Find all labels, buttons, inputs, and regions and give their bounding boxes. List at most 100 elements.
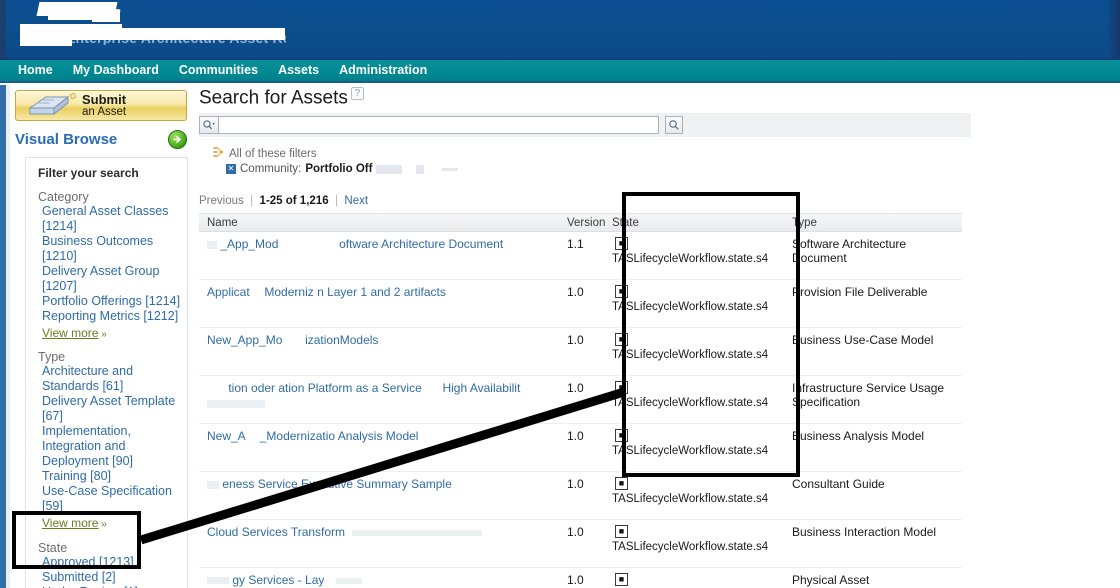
facet-link-business-outcomes[interactable]: Business Outcomes [1210] — [32, 234, 187, 264]
cell-state: ■ TASLifecycleWorkflow.state.s4 — [604, 520, 784, 567]
cell-version: 1.0 — [567, 573, 584, 587]
state-value: TASLifecycleWorkflow.state.s4 — [612, 493, 769, 505]
asset-name-link[interactable]: tion oder ation Platform as a Service — [228, 381, 421, 395]
main-navigation: Home My Dashboard Communities Assets Adm… — [0, 58, 1120, 83]
pagination-next[interactable]: Next — [344, 195, 368, 207]
asset-name-link[interactable]: New_App_Mo — [207, 333, 282, 347]
green-arrow-right-icon[interactable] — [168, 129, 187, 149]
all-filters-label: All of these filters — [229, 148, 317, 160]
asset-name-link[interactable]: _App_Mod — [220, 237, 278, 251]
results-table: Name Version State Type _App_Mod oftware… — [199, 213, 962, 588]
filter-branch-icon — [212, 145, 224, 163]
inbox-tray-icon — [16, 91, 82, 120]
broken-image-icon: ■ — [615, 525, 628, 538]
table-row[interactable]: Cloud Services Transform 1.0 ■ TASLifecy… — [199, 520, 962, 568]
highlight-box-state-facet — [12, 511, 141, 569]
facet-link-general-asset-classes[interactable]: General Asset Classes [1214] — [32, 204, 187, 234]
facet-heading: Type — [38, 350, 66, 364]
cell-state: ■ TASLifecycleWorkflow.state.s4 — [604, 472, 784, 519]
cell-type: Business Analysis Model — [792, 429, 925, 443]
facet-link-implementation-integration-deployment[interactable]: Implementation, Integration and Deployme… — [32, 424, 187, 469]
pagination: Previous | 1-25 of 1,216 | Next — [199, 195, 368, 207]
cell-type: Physical Asset — [792, 573, 870, 587]
nav-item-home[interactable]: Home — [8, 60, 63, 81]
facet-link-architecture-and-standards[interactable]: Architecture and Standards [61] — [32, 364, 187, 394]
banner-right-edge — [1108, 0, 1120, 58]
table-header-row: Name Version State Type — [199, 213, 962, 232]
category-view-more-link[interactable]: View more — [32, 326, 98, 341]
filter-panel-title: Filter your search — [38, 166, 139, 180]
redaction-mark — [376, 164, 403, 174]
redaction-mark — [92, 13, 120, 22]
site-banner: Enterprise Architecture Asset Repository — [0, 0, 1120, 58]
redaction-mark — [442, 167, 459, 171]
facet-link-delivery-asset-template[interactable]: Delivery Asset Template [67] — [32, 394, 187, 424]
cell-name: Applicat Moderniz n Layer 1 and 2 artifa… — [199, 280, 559, 327]
asset-name-tail[interactable]: Moderniz n Layer 1 and 2 artifacts — [264, 285, 445, 299]
facet-category: Category General Asset Classes [1214] Bu… — [26, 188, 187, 342]
column-header-version[interactable]: Version — [559, 217, 605, 229]
search-icon[interactable] — [665, 116, 683, 134]
facet-type: Type Architecture and Standards [61] Del… — [26, 348, 187, 532]
asset-name-link[interactable]: Cloud Services Transform — [207, 525, 345, 539]
active-filter-chip: ✕ Community: Portfolio Off — [226, 163, 459, 175]
column-header-type[interactable]: Type — [784, 217, 962, 229]
nav-item-communities[interactable]: Communities — [169, 60, 268, 81]
nav-item-assets[interactable]: Assets — [268, 60, 329, 81]
facet-link-portfolio-offerings[interactable]: Portfolio Offerings [1214] — [32, 294, 187, 309]
search-input[interactable] — [219, 116, 659, 134]
asset-name-link[interactable]: eness Service Executive Summary Sample — [222, 477, 451, 491]
asset-name-tail[interactable]: High Availabilit — [442, 381, 520, 395]
question-mark-icon[interactable]: ? — [350, 87, 364, 100]
submit-an-asset-button[interactable]: Submit an Asset — [15, 90, 187, 121]
cell-version: 1.0 — [567, 381, 584, 395]
asset-name-tail[interactable]: oftware Architecture Document — [339, 237, 503, 251]
nav-item-my-dashboard[interactable]: My Dashboard — [63, 60, 169, 81]
table-row[interactable]: eness Service Executive Summary Sample 1… — [199, 472, 962, 520]
asset-name-tail[interactable]: _Modernizatio Analysis Model — [260, 429, 419, 443]
filter-chip-value: Portfolio Off — [305, 163, 373, 175]
filter-chip-key: Community: — [240, 163, 302, 175]
pagination-previous[interactable]: Previous — [199, 195, 244, 207]
banner-left-edge — [0, 0, 6, 58]
facet-link-delivery-asset-group[interactable]: Delivery Asset Group [1207] — [32, 264, 187, 294]
cell-name: Cloud Services Transform — [199, 520, 559, 567]
asset-name-link[interactable]: Applicat — [207, 285, 250, 299]
cell-version: 1.1 — [567, 237, 584, 251]
submit-button-line2: an Asset — [82, 106, 127, 119]
table-row[interactable]: New_App_Mo izationModels 1.0 ■ TASLifecy… — [199, 328, 962, 376]
cell-name: gy Services - Lay — [199, 568, 559, 588]
cell-type: Business Use-Case Model — [792, 333, 934, 347]
page-title: Search for Assets? — [199, 87, 364, 109]
facet-link-reporting-metrics[interactable]: Reporting Metrics [1212] — [32, 309, 187, 324]
table-row[interactable]: Applicat Moderniz n Layer 1 and 2 artifa… — [199, 280, 962, 328]
visual-browse-link[interactable]: Visual Browse — [15, 131, 117, 148]
table-row[interactable]: gy Services - Lay 1.0 ■ TASLifecycleWork… — [199, 568, 962, 588]
table-row[interactable]: New_A _Modernizatio Analysis Model 1.0 ■… — [199, 424, 962, 472]
redaction-mark — [416, 164, 425, 174]
cell-name: tion oder ation Platform as a Service Hi… — [199, 376, 559, 423]
chevron-double-right-icon: » — [98, 329, 107, 340]
asset-name-link[interactable]: New_A — [207, 429, 245, 443]
facet-link-use-case-specification[interactable]: Use-Case Specification [59] — [32, 484, 187, 514]
facet-heading: Category — [38, 190, 89, 204]
table-row[interactable]: _App_Mod oftware Architecture Document 1… — [199, 232, 962, 280]
facet-link-training[interactable]: Training [80] — [32, 469, 187, 484]
cell-type: Software Architecture Document — [792, 237, 907, 265]
asset-name-link[interactable]: gy Services - Lay — [232, 573, 324, 587]
cell-version: 1.0 — [567, 477, 584, 491]
remove-filter-icon[interactable]: ✕ — [226, 164, 236, 174]
cell-type: Business Interaction Model — [792, 525, 937, 539]
highlight-box-state-column — [622, 192, 800, 477]
cell-type: Infrastructure Service Usage Specificati… — [792, 381, 945, 409]
pagination-range: 1-25 of 1,216 — [259, 195, 329, 207]
table-row[interactable]: tion oder ation Platform as a Service Hi… — [199, 376, 962, 424]
search-dropdown-icon[interactable] — [199, 116, 219, 134]
asset-name-tail[interactable]: izationModels — [305, 333, 378, 347]
cell-name: New_A _Modernizatio Analysis Model — [199, 424, 559, 471]
column-header-name[interactable]: Name — [199, 217, 559, 229]
page-title-text: Search for Assets — [199, 87, 348, 109]
facet-link-submitted[interactable]: Submitted [2] — [32, 570, 187, 585]
cell-version: 1.0 — [567, 285, 584, 299]
nav-item-administration[interactable]: Administration — [329, 60, 437, 81]
